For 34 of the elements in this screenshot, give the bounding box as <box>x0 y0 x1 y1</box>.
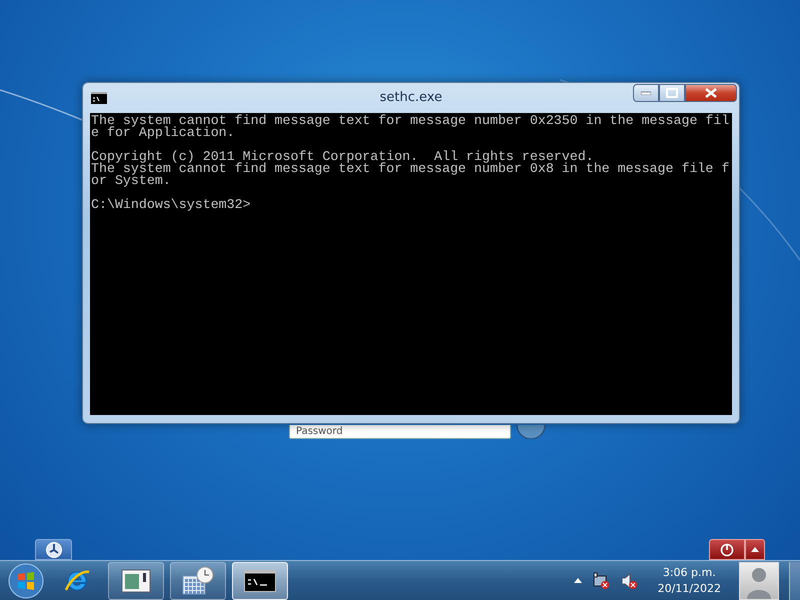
maximize-button[interactable] <box>659 84 685 102</box>
close-icon <box>705 88 717 98</box>
console-icon <box>244 570 276 592</box>
console-icon <box>91 92 107 104</box>
taskbar-button[interactable] <box>170 562 226 600</box>
console-line: The system cannot find message text for message number 0x2350 in the message fil <box>91 115 730 127</box>
close-button[interactable] <box>685 84 737 102</box>
console-line: or System. <box>91 175 172 187</box>
network-error-icon[interactable] <box>592 572 610 590</box>
minimize-button[interactable] <box>633 84 659 102</box>
window-panel-icon <box>121 568 151 594</box>
show-hidden-icons-icon[interactable] <box>574 578 582 583</box>
start-button[interactable] <box>6 562 46 600</box>
console-line: Copyright (c) 2011 Microsoft Corporation. All rights reserved. <box>91 151 594 163</box>
options-button[interactable] <box>745 539 765 560</box>
password-field[interactable]: Password <box>289 425 511 439</box>
calendar-clock-icon <box>181 566 215 596</box>
maximize-icon <box>666 88 678 98</box>
caret-icon <box>751 547 759 552</box>
speaker-muted-icon[interactable] <box>620 572 638 590</box>
accessibility-icon <box>44 540 62 558</box>
clock-date[interactable]: 20/11/2022 <box>658 580 721 596</box>
console-line: The system cannot find message text for message number 0x8 in the message file f <box>91 163 730 175</box>
console-line: C:\Windows\system32> <box>91 199 252 211</box>
console-line: e for Application. <box>91 127 236 139</box>
clock-time[interactable]: 3:06 p.m. <box>662 564 716 580</box>
window-title: sethc.exe <box>378 90 444 105</box>
power-icon <box>720 542 734 556</box>
taskbar-button[interactable] <box>232 562 288 600</box>
taskbar-button[interactable] <box>108 562 164 600</box>
shutdown-button[interactable] <box>709 539 745 560</box>
minimize-icon <box>641 91 651 95</box>
show-desktop-button[interactable] <box>789 562 800 600</box>
accessibility-button[interactable] <box>35 539 72 560</box>
